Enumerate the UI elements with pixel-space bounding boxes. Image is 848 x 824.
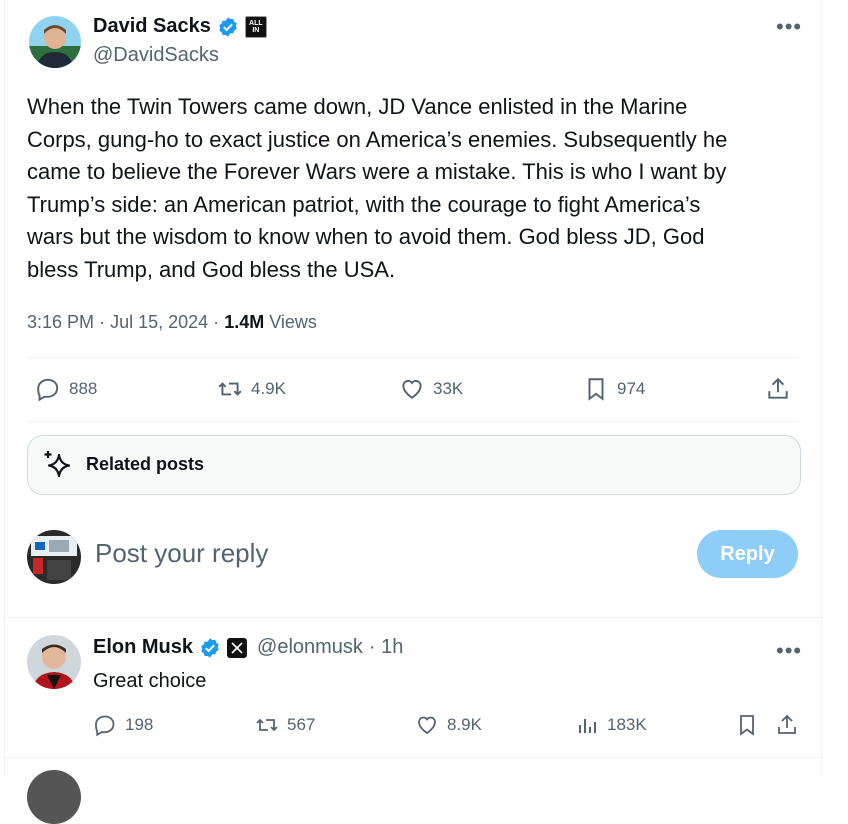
reply-views-action[interactable]: 183K: [575, 713, 647, 737]
bookmark-count: 974: [617, 379, 646, 398]
meta-separator: ·: [99, 312, 106, 332]
reply-icon: [95, 715, 115, 737]
bookmark-action[interactable]: 974: [583, 376, 645, 402]
reply-icon: [37, 378, 59, 402]
views-label: Views: [269, 312, 317, 332]
bookmark-icon: [740, 715, 754, 736]
verified-badge-icon: [217, 16, 239, 38]
author-name[interactable]: David Sacks: [93, 15, 211, 38]
current-user-avatar[interactable]: [27, 530, 81, 584]
reply-author-name[interactable]: Elon Musk: [93, 636, 193, 659]
affiliate-badge[interactable]: ALL IN: [244, 15, 267, 38]
share-icon: [768, 377, 788, 399]
heart-icon: [418, 716, 436, 735]
heart-icon: [402, 379, 422, 399]
tweet-text-line: When the Twin Towers came down, JD Vance…: [27, 94, 688, 119]
timeline-column: David Sacks ALL IN @DavidSacks ••• When …: [4, 0, 823, 824]
tweet-meta: 3:16 PM · Jul 15, 2024 · 1.4M Views: [27, 312, 317, 333]
divider: [5, 757, 823, 758]
tweet-time[interactable]: 3:16 PM: [27, 312, 94, 332]
repost-icon: [256, 718, 278, 732]
reply-author-handle[interactable]: @elonmusk: [257, 636, 363, 659]
like-action[interactable]: 33K: [399, 376, 463, 402]
author-avatar[interactable]: [29, 16, 81, 68]
reply-repost-action[interactable]: 567: [255, 713, 315, 737]
x-affiliate-icon[interactable]: [227, 637, 248, 658]
sparkle-icon: [40, 448, 74, 487]
reply-time[interactable]: · 1h: [369, 636, 403, 659]
like-count: 33K: [433, 379, 464, 398]
divider: [27, 421, 799, 422]
reply-button[interactable]: Reply: [697, 530, 798, 578]
reply-action[interactable]: 888: [35, 376, 97, 402]
repost-count: 4.9K: [251, 379, 286, 398]
divider: [27, 357, 799, 358]
related-posts-button[interactable]: Related posts: [27, 435, 801, 495]
reply-count: 888: [69, 379, 98, 398]
reply-more-options-icon[interactable]: •••: [776, 638, 802, 664]
repost-icon: [218, 382, 242, 396]
meta-separator: ·: [213, 312, 220, 332]
reply-reply-action[interactable]: 198: [93, 713, 153, 737]
affiliate-badge-text: ALL IN: [249, 19, 263, 34]
reply-repost-count: 567: [287, 715, 316, 734]
divider: [5, 617, 823, 618]
reply-composer-input[interactable]: Post your reply: [95, 538, 268, 569]
verified-badge-icon: [199, 637, 221, 659]
share-icon: [778, 714, 796, 734]
repost-action[interactable]: 4.9K: [217, 376, 286, 402]
views-chart-icon: [579, 719, 596, 733]
reply-share-action[interactable]: [775, 713, 799, 737]
tweet-date[interactable]: Jul 15, 2024: [110, 312, 208, 332]
reply-like-action[interactable]: 8.9K: [415, 713, 482, 737]
tweet-text: When the Twin Towers came down, JD Vance…: [27, 91, 817, 287]
reply-like-count: 8.9K: [447, 715, 482, 734]
reply-reply-count: 198: [125, 715, 154, 734]
next-reply-avatar[interactable]: [27, 770, 81, 824]
reply-author-avatar[interactable]: [27, 635, 81, 689]
related-posts-label: Related posts: [86, 454, 205, 474]
reply-bookmark-action[interactable]: [735, 713, 759, 737]
author-handle[interactable]: @DavidSacks: [93, 44, 219, 67]
bookmark-icon: [588, 378, 604, 401]
share-action[interactable]: [765, 376, 791, 402]
more-options-icon[interactable]: •••: [776, 14, 802, 40]
tweet-text-line: bless Trump, and God bless the USA.: [27, 256, 396, 282]
reply-text: Great choice: [93, 670, 207, 692]
tweet-text-line: wars but the wisdom to know when to avoi…: [27, 224, 705, 250]
tweet-text-line: Trump’s side: an American patriot, with …: [27, 191, 701, 217]
views-count: 1.4M: [224, 312, 265, 332]
tweet-text-line: Corps, gung-ho to exact justice on Ameri…: [27, 126, 728, 152]
tweet-text-line: came to believe the Forever Wars were a …: [27, 159, 727, 185]
reply-views-count: 183K: [607, 715, 647, 734]
